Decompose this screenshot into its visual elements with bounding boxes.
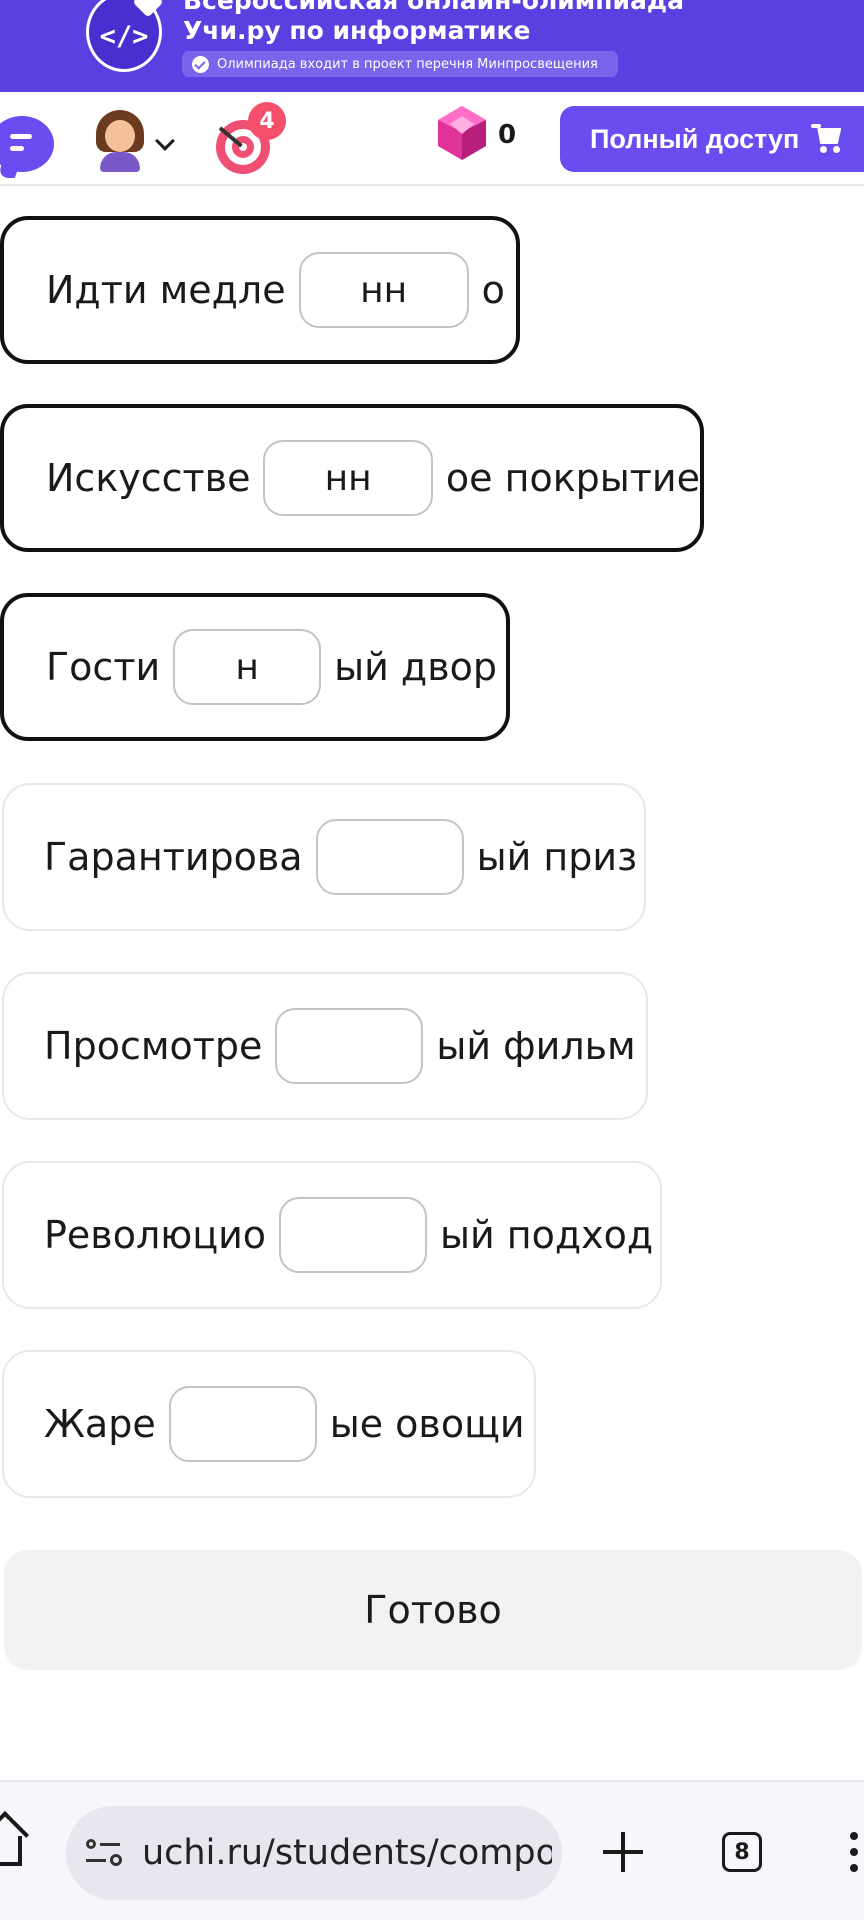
word-prefix: Искусстве [46, 456, 251, 500]
app-header: 4 0 Полный доступ [0, 92, 864, 186]
cart-icon [811, 124, 843, 154]
chevron-down-icon[interactable] [155, 131, 175, 151]
browser-toolbar: uchi.ru/students/compo 8 [0, 1780, 864, 1920]
gems-count: 0 [498, 120, 517, 150]
tab-count-button[interactable]: 8 [722, 1832, 762, 1872]
full-access-button[interactable]: Полный доступ [560, 106, 864, 172]
site-settings-icon[interactable] [86, 1837, 126, 1869]
check-badge-icon [192, 55, 209, 73]
avatar[interactable] [94, 110, 146, 172]
word-card[interactable]: Гарантирова ый приз [2, 783, 646, 931]
answer-slot[interactable]: нн [298, 252, 469, 328]
new-tab-icon[interactable] [603, 1832, 643, 1872]
ready-button[interactable]: Готово [4, 1550, 862, 1670]
answer-slot[interactable] [279, 1197, 428, 1273]
olympiad-logo-icon: </> [86, 0, 164, 72]
word-prefix: Гарантирова [44, 835, 303, 879]
logo-code-text: </> [99, 20, 149, 52]
word-prefix: Идти медле [46, 268, 286, 312]
word-suffix: ый двор [334, 645, 497, 689]
home-icon[interactable] [0, 1836, 22, 1866]
word-prefix: Жаре [44, 1402, 156, 1446]
word-suffix: ое покрытие [445, 456, 700, 500]
word-card[interactable]: Идти медле нн о [0, 216, 520, 364]
olympiad-banner[interactable]: </> Всероссийская онлайн-олимпиада Учи.р… [0, 0, 864, 92]
full-access-label: Полный доступ [590, 123, 800, 154]
word-card[interactable]: Гости н ый двор [0, 593, 510, 741]
banner-title-line2: Учи.ру по информатике [183, 16, 531, 45]
word-suffix: ые овощи [329, 1402, 525, 1446]
answer-slot[interactable]: н [173, 629, 322, 705]
word-card[interactable]: Искусстве нн ое покрытие [0, 404, 704, 552]
answer-slot[interactable] [275, 1008, 424, 1084]
more-menu-icon[interactable] [850, 1832, 858, 1872]
word-suffix: ый подход [440, 1213, 654, 1257]
word-prefix: Просмотре [44, 1024, 263, 1068]
crystal-gem-icon [436, 104, 488, 162]
word-card[interactable]: Просмотре ый фильм [2, 972, 648, 1120]
word-card[interactable]: Жаре ые овощи [2, 1350, 536, 1498]
banner-title-line1: Всероссийская онлайн-олимпиада [183, 0, 684, 15]
url-text: uchi.ru/students/compo [142, 1833, 552, 1873]
word-card[interactable]: Революцио ый подход [2, 1161, 662, 1309]
answer-slot[interactable] [168, 1386, 317, 1462]
word-suffix: о [481, 268, 505, 312]
banner-info-pill: Олимпиада входит в проект перечня Минпро… [182, 51, 618, 77]
word-prefix: Гости [46, 645, 161, 689]
answer-slot[interactable] [315, 819, 464, 895]
address-bar[interactable]: uchi.ru/students/compo [66, 1806, 562, 1900]
word-prefix: Революцио [44, 1213, 267, 1257]
word-suffix: ый фильм [436, 1024, 636, 1068]
banner-pill-text: Олимпиада входит в проект перечня Минпро… [217, 56, 598, 72]
tasks-count-badge: 4 [248, 102, 286, 140]
word-suffix: ый приз [476, 835, 638, 879]
answer-slot[interactable]: нн [263, 440, 433, 516]
